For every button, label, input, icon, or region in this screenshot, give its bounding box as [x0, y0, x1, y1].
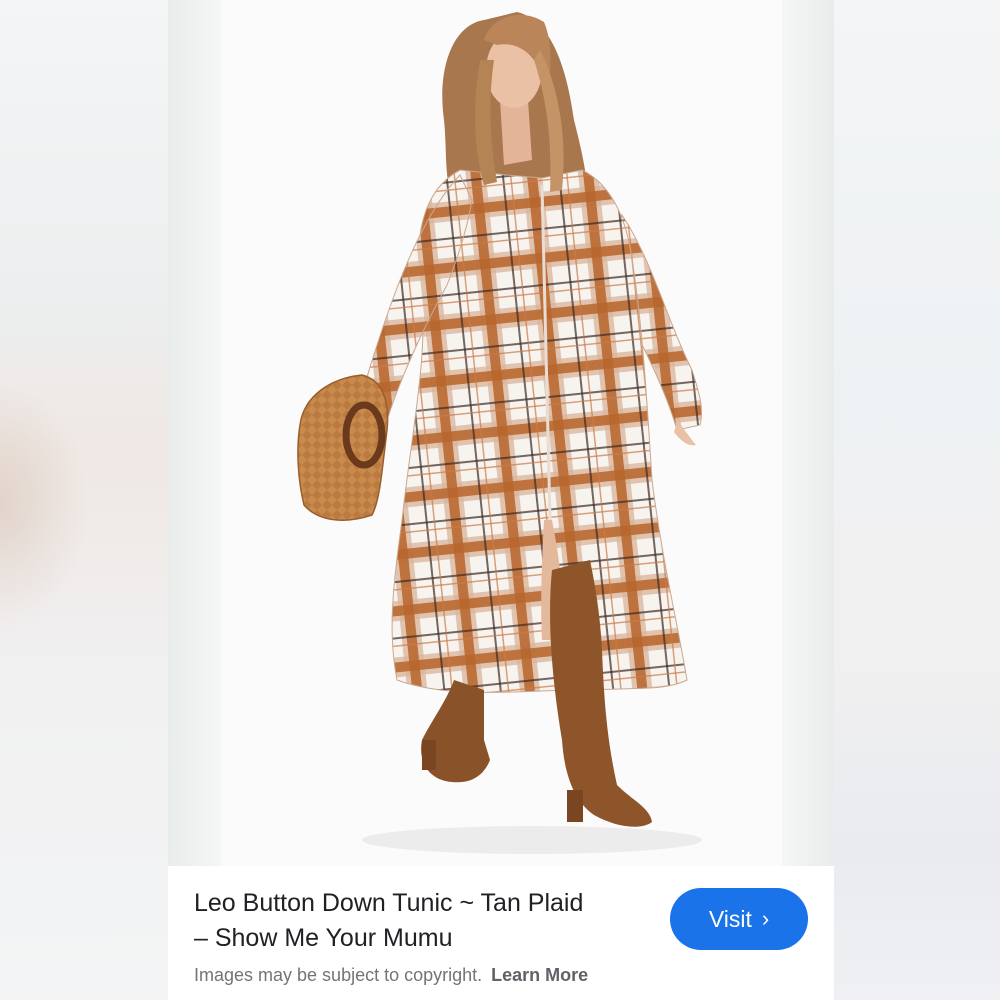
copyright-notice: Images may be subject to copyright. Lear…	[194, 965, 588, 986]
chevron-right-icon: ›	[761, 906, 770, 931]
visit-button[interactable]: Visit ›	[670, 888, 808, 950]
result-title-line-2: – Show Me Your Mumu	[194, 924, 453, 952]
blurred-background-right	[834, 0, 1000, 1000]
visit-label: Visit	[708, 905, 752, 932]
result-title[interactable]: Leo Button Down Tunic ~ Tan Plaid – Show…	[194, 886, 664, 956]
model-in-plaid-tunic-illustration	[297, 12, 703, 854]
product-image[interactable]	[222, 0, 782, 866]
copyright-text: Images may be subject to copyright.	[194, 965, 483, 985]
image-result-card: Leo Button Down Tunic ~ Tan Plaid – Show…	[168, 0, 834, 1000]
blurred-background-left	[0, 0, 168, 1000]
result-info-panel: Leo Button Down Tunic ~ Tan Plaid – Show…	[168, 866, 834, 1000]
learn-more-link[interactable]: Learn More	[491, 965, 588, 985]
result-title-line-1: Leo Button Down Tunic ~ Tan Plaid	[194, 889, 584, 917]
